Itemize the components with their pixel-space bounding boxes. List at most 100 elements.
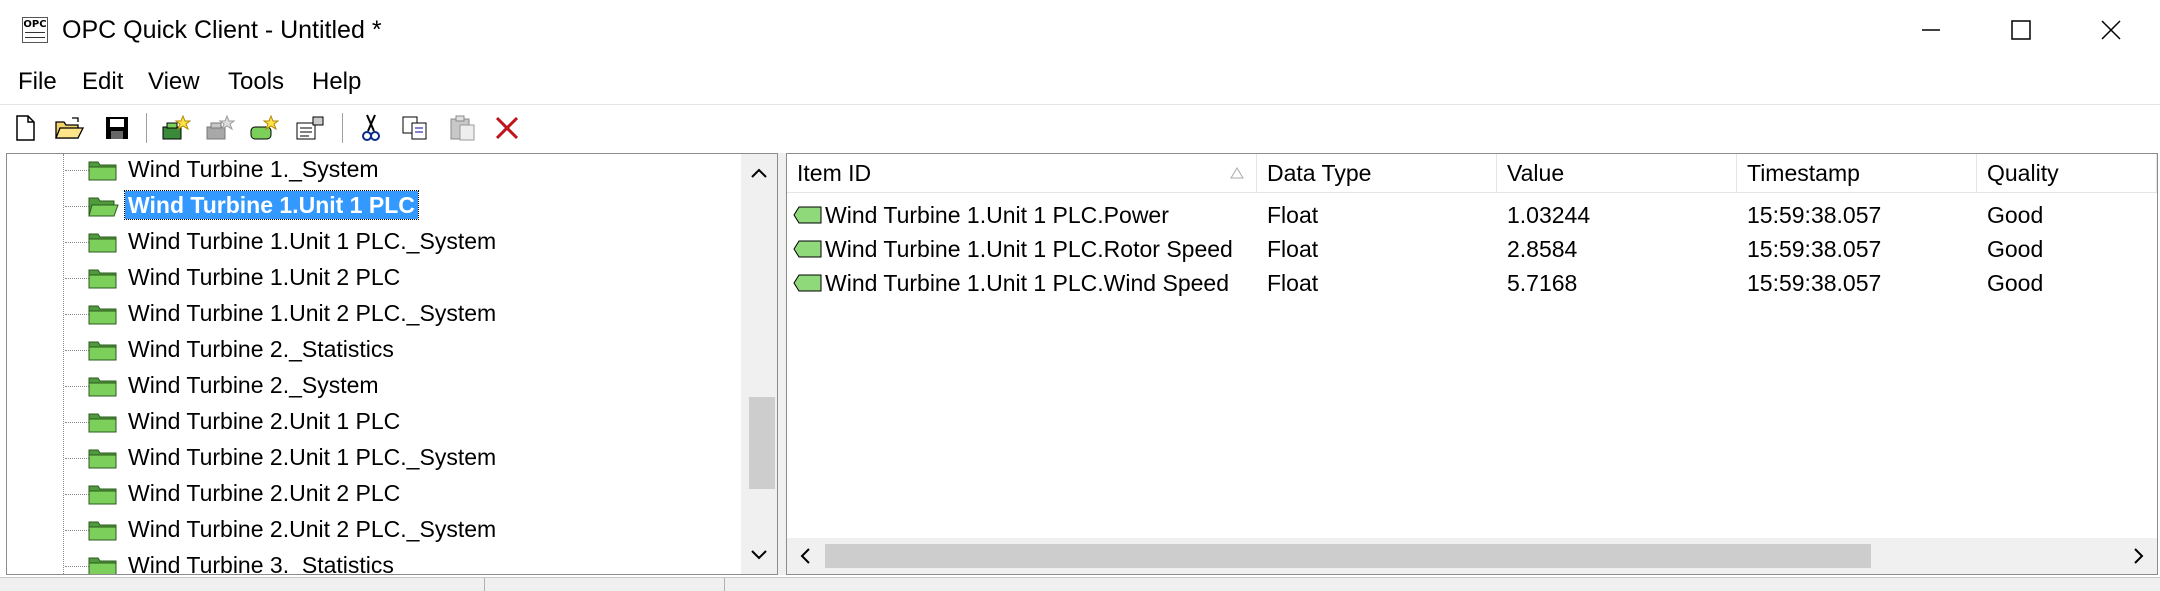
cell-value: 2.8584 bbox=[1507, 236, 1578, 262]
title-bar: OPC OPC Quick Client - Untitled * bbox=[0, 0, 2160, 60]
menu-tools[interactable]: Tools bbox=[228, 68, 284, 96]
minimize-button[interactable] bbox=[1886, 0, 1976, 60]
column-header-label: Quality bbox=[1987, 160, 2059, 186]
tree-item[interactable]: Wind Turbine 1.Unit 1 PLC bbox=[7, 188, 747, 224]
tree-connector bbox=[65, 422, 89, 423]
tree-item[interactable]: Wind Turbine 1._System bbox=[7, 154, 747, 188]
folder-icon bbox=[88, 233, 117, 253]
save-disk-icon bbox=[106, 117, 128, 139]
new-file-button[interactable] bbox=[8, 111, 42, 145]
column-header-value[interactable]: Value bbox=[1497, 154, 1737, 192]
tree-connector bbox=[65, 242, 89, 243]
close-button[interactable] bbox=[2066, 0, 2156, 60]
chevron-left-icon bbox=[800, 548, 810, 564]
scissors-icon bbox=[362, 114, 380, 141]
list-row[interactable]: Wind Turbine 1.Unit 1 PLC.Power Float 1.03… bbox=[787, 198, 2157, 232]
tree-item-label: Wind Turbine 1.Unit 2 PLC._System bbox=[128, 300, 497, 326]
chevron-up-icon bbox=[751, 168, 767, 178]
toolbar-separator bbox=[146, 113, 147, 143]
column-header-timestamp[interactable]: Timestamp bbox=[1737, 154, 1977, 192]
tree-item[interactable]: Wind Turbine 2.Unit 1 PLC._System bbox=[7, 440, 747, 476]
column-header-label: Data Type bbox=[1267, 160, 1372, 186]
new-item-icon bbox=[250, 114, 279, 140]
cell-value: 1.03244 bbox=[1507, 202, 1591, 228]
menu-bar: File Edit View Tools Help bbox=[0, 62, 2160, 102]
cell-quality: Good bbox=[1987, 236, 2044, 262]
tree-scroll-thumb[interactable] bbox=[749, 397, 775, 489]
pane-splitter[interactable] bbox=[778, 153, 786, 575]
paste-button[interactable] bbox=[446, 111, 480, 145]
folder-icon bbox=[88, 341, 117, 361]
status-bar bbox=[0, 577, 2160, 591]
tree-item[interactable]: Wind Turbine 2._Statistics bbox=[7, 332, 747, 368]
tree-item[interactable]: Wind Turbine 2.Unit 1 PLC bbox=[7, 404, 747, 440]
scroll-up-arrow[interactable] bbox=[741, 156, 777, 190]
tree-item-label: Wind Turbine 1.Unit 1 PLC._System bbox=[128, 228, 497, 254]
list-header: Item ID Data Type Value Timestamp Qualit… bbox=[787, 154, 2157, 193]
tree-item-label: Wind Turbine 2._Statistics bbox=[128, 336, 394, 362]
folder-icon bbox=[88, 521, 117, 541]
new-group-button[interactable] bbox=[202, 111, 236, 145]
open-file-button[interactable] bbox=[52, 111, 86, 145]
menu-edit[interactable]: Edit bbox=[82, 68, 123, 96]
paste-icon bbox=[450, 115, 475, 141]
menu-view[interactable]: View bbox=[148, 68, 200, 96]
opc-app-icon: OPC bbox=[22, 17, 48, 43]
column-header-label: Item ID bbox=[797, 160, 872, 186]
new-item-button[interactable] bbox=[246, 111, 280, 145]
tag-item-icon bbox=[793, 240, 822, 258]
cell-quality: Good bbox=[1987, 202, 2044, 228]
list-row[interactable]: Wind Turbine 1.Unit 1 PLC.Rotor Speed Flo… bbox=[787, 232, 2157, 266]
tree-connector bbox=[65, 566, 89, 567]
save-button[interactable] bbox=[100, 111, 134, 145]
cell-timestamp: 15:59:38.057 bbox=[1747, 270, 1882, 296]
new-group-icon bbox=[206, 114, 235, 140]
tree-item[interactable]: Wind Turbine 3._Statistics bbox=[7, 548, 747, 574]
tree-item[interactable]: Wind Turbine 2._System bbox=[7, 368, 747, 404]
tree-view[interactable]: Wind Turbine 1._System Wind Turbine 1.Uni… bbox=[6, 153, 778, 575]
tree-item[interactable]: Wind Turbine 1.Unit 2 PLC._System bbox=[7, 296, 747, 332]
close-icon bbox=[2101, 20, 2121, 40]
item-list-view[interactable]: Item ID Data Type Value Timestamp Qualit… bbox=[786, 153, 2158, 575]
tree-item[interactable]: Wind Turbine 2.Unit 2 PLC bbox=[7, 476, 747, 512]
new-file-icon bbox=[16, 115, 35, 141]
tree-item-label: Wind Turbine 1._System bbox=[128, 156, 379, 182]
menu-help[interactable]: Help bbox=[312, 68, 361, 96]
delete-button[interactable] bbox=[490, 111, 524, 145]
folder-icon bbox=[88, 485, 117, 505]
folder-icon bbox=[88, 161, 117, 181]
tree-item[interactable]: Wind Turbine 2.Unit 2 PLC._System bbox=[7, 512, 747, 548]
column-header-item-id[interactable]: Item ID bbox=[787, 154, 1257, 192]
chevron-down-icon bbox=[751, 550, 767, 560]
tree-connector bbox=[65, 350, 89, 351]
copy-button[interactable] bbox=[398, 111, 432, 145]
tree-vertical-scrollbar[interactable] bbox=[741, 154, 777, 574]
list-row[interactable]: Wind Turbine 1.Unit 1 PLC.Wind Speed Floa… bbox=[787, 266, 2157, 300]
properties-button[interactable] bbox=[292, 111, 326, 145]
toolbar-separator bbox=[342, 113, 343, 143]
tree-item[interactable]: Wind Turbine 1.Unit 2 PLC bbox=[7, 260, 747, 296]
app-icon-text: OPC bbox=[23, 19, 47, 30]
scroll-left-arrow[interactable] bbox=[787, 539, 823, 573]
list-horizontal-scrollbar[interactable] bbox=[787, 538, 2157, 574]
list-scroll-thumb[interactable] bbox=[825, 544, 1871, 568]
chevron-right-icon bbox=[2134, 548, 2144, 564]
cell-timestamp: 15:59:38.057 bbox=[1747, 236, 1882, 262]
new-server-connection-button[interactable] bbox=[158, 111, 192, 145]
column-header-quality[interactable]: Quality bbox=[1977, 154, 2157, 192]
column-header-data-type[interactable]: Data Type bbox=[1257, 154, 1497, 192]
tree-item-label: Wind Turbine 1.Unit 2 PLC bbox=[128, 264, 401, 290]
scroll-down-arrow[interactable] bbox=[741, 538, 777, 572]
cell-timestamp: 15:59:38.057 bbox=[1747, 202, 1882, 228]
scroll-right-arrow[interactable] bbox=[2121, 539, 2157, 573]
tag-item-icon bbox=[793, 274, 822, 292]
tree-item[interactable]: Wind Turbine 1.Unit 1 PLC._System bbox=[7, 224, 747, 260]
cell-item-id: Wind Turbine 1.Unit 1 PLC.Wind Speed bbox=[825, 270, 1229, 296]
new-server-icon bbox=[162, 114, 191, 140]
cut-button[interactable] bbox=[354, 111, 388, 145]
sort-ascending-icon bbox=[1230, 167, 1244, 179]
tree-connector bbox=[65, 278, 89, 279]
maximize-icon bbox=[2011, 20, 2031, 40]
menu-file[interactable]: File bbox=[18, 68, 57, 96]
maximize-button[interactable] bbox=[1976, 0, 2066, 60]
